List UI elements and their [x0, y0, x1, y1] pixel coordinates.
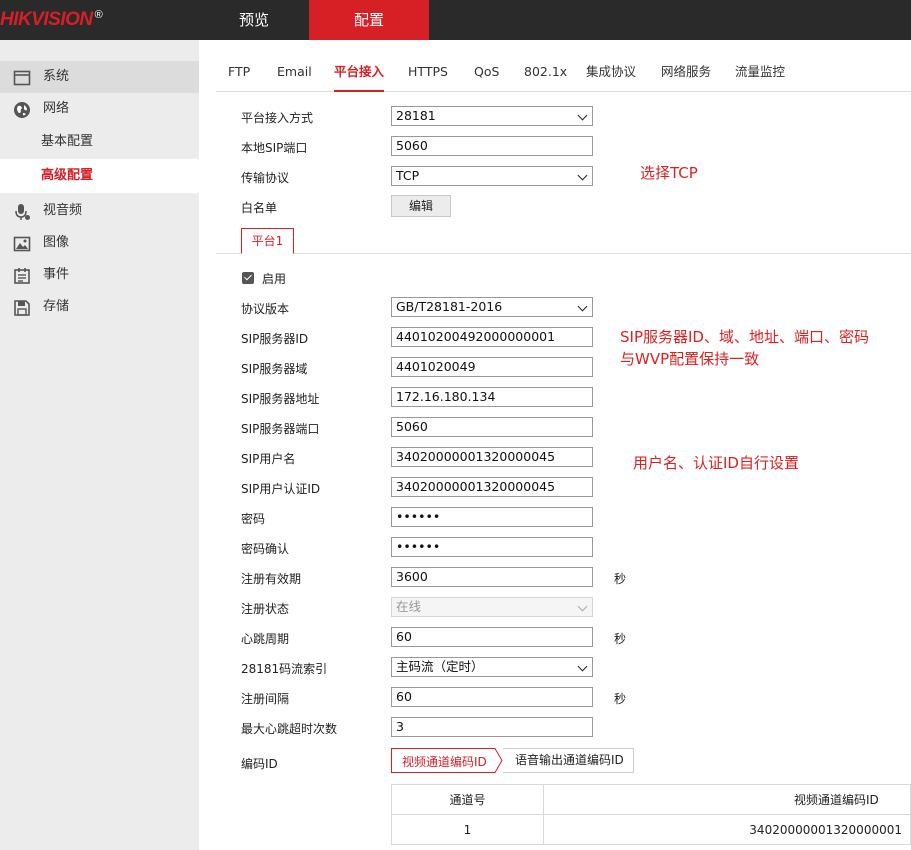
tab-integration-protocol[interactable]: 集成协议	[586, 54, 636, 92]
access-mode-label: 平台接入方式	[241, 111, 314, 125]
password-confirm-label: 密码确认	[241, 542, 290, 556]
transport-select[interactable]: TCP	[391, 166, 593, 186]
sip-server-domain-input[interactable]: 4401020049	[391, 357, 593, 377]
tab-8021x[interactable]: 802.1x	[524, 54, 567, 92]
sip-username-input[interactable]: 34020000001320000045	[391, 447, 593, 467]
sip-server-address-input[interactable]: 172.16.180.134	[391, 387, 593, 407]
transport-label: 传输协议	[241, 171, 290, 185]
sip-server-port-input[interactable]: 5060	[391, 417, 593, 437]
tab-video-channel-id-label: 视频通道编码ID	[402, 755, 487, 769]
sidebar-item-image[interactable]: 图像	[0, 227, 199, 259]
tab-video-channel-id[interactable]: 视频通道编码ID	[391, 748, 503, 773]
sip-server-id-label: SIP服务器ID	[241, 332, 309, 346]
heartbeat-period-input[interactable]: 60	[391, 627, 593, 647]
cell-channel: 1	[391, 814, 544, 845]
password-confirm-input[interactable]: ••••••	[391, 537, 593, 557]
heartbeat-period-unit: 秒	[614, 632, 627, 646]
tab-preview[interactable]: 预览	[199, 0, 309, 40]
sip-server-id-input[interactable]: 44010200492000000001	[391, 327, 593, 347]
tab-qos[interactable]: QoS	[474, 54, 499, 92]
stream-index-select[interactable]: 主码流（定时）	[391, 657, 593, 677]
channel-table: 通道号 视频通道编码ID 1 34020000001320000001	[391, 784, 911, 845]
register-validity-unit: 秒	[614, 572, 627, 586]
annotation-sip-line1: SIP服务器ID、域、地址、端口、密码	[620, 328, 869, 346]
register-validity-label: 注册有效期	[241, 572, 302, 586]
hikvision-logo: HIKVISION ®	[0, 9, 103, 30]
sip-auth-id-label: SIP用户认证ID	[241, 482, 321, 496]
sip-server-address-label: SIP服务器地址	[241, 392, 320, 406]
sip-username-label: SIP用户名	[241, 452, 296, 466]
register-status-select: 在线	[391, 597, 593, 617]
tab-platform-access[interactable]: 平台接入	[334, 54, 385, 92]
annotation-user: 用户名、认证ID自行设置	[633, 454, 799, 472]
password-input[interactable]: ••••••	[391, 507, 593, 527]
sidebar-item-system[interactable]: 系统	[0, 61, 199, 93]
register-interval-unit: 秒	[614, 692, 627, 706]
enable-label: 启用	[262, 272, 287, 286]
protocol-version-select[interactable]: GB/T28181-2016	[391, 297, 593, 317]
sidebar-item-label: 系统	[43, 69, 70, 84]
column-header-channel: 通道号	[391, 784, 544, 815]
protocol-version-label: 协议版本	[241, 302, 290, 316]
sidebar-item-label: 网络	[43, 101, 70, 116]
whitelist-edit-button[interactable]: 编辑	[391, 195, 451, 217]
tab-audio-output-channel-id[interactable]: 语音输出通道编码ID	[503, 748, 634, 773]
floppy-disk-icon	[13, 298, 31, 316]
heartbeat-period-label: 心跳周期	[241, 632, 290, 646]
register-status-label: 注册状态	[241, 602, 290, 616]
max-heartbeat-timeout-input[interactable]: 3	[391, 717, 593, 737]
encoding-id-label: 编码ID	[241, 757, 278, 771]
sidebar: 系统 网络 基本配置 高级配置 视音频 图像 事件 存储	[0, 40, 199, 850]
register-interval-label: 注册间隔	[241, 692, 290, 706]
sidebar-item-storage[interactable]: 存储	[0, 291, 199, 323]
access-mode-select[interactable]: 28181	[391, 106, 593, 126]
sip-server-port-label: SIP服务器端口	[241, 422, 320, 436]
tab-traffic-monitoring[interactable]: 流量监控	[735, 54, 785, 92]
column-header-video-channel-id: 视频通道编码ID	[543, 784, 911, 815]
top-bar: HIKVISION ® 预览 配置	[0, 0, 911, 40]
image-icon	[13, 234, 31, 252]
register-validity-input[interactable]: 3600	[391, 567, 593, 587]
stream-index-label: 28181码流索引	[241, 662, 328, 676]
tab-configuration[interactable]: 配置	[309, 0, 429, 40]
sip-auth-id-input[interactable]: 34020000001320000045	[391, 477, 593, 497]
sidebar-item-label: 图像	[43, 235, 70, 250]
local-sip-port-label: 本地SIP端口	[241, 141, 308, 155]
advanced-config-tabs: FTP Email 平台接入 HTTPS QoS 802.1x 集成协议 网络服…	[216, 54, 911, 92]
tab-https[interactable]: HTTPS	[408, 54, 448, 92]
sidebar-item-network[interactable]: 网络	[0, 93, 199, 125]
globe-icon	[13, 100, 31, 118]
sidebar-item-label: 视音频	[43, 203, 83, 218]
microphone-icon	[13, 202, 31, 220]
sidebar-item-label: 存储	[43, 299, 70, 314]
platform-tab-divider	[216, 253, 911, 254]
sidebar-item-basic-config[interactable]: 基本配置	[0, 125, 199, 159]
table-row[interactable]: 1 34020000001320000001	[391, 814, 911, 845]
tab-network-service[interactable]: 网络服务	[661, 54, 711, 92]
register-interval-input[interactable]: 60	[391, 687, 593, 707]
table-header-row: 通道号 视频通道编码ID	[391, 784, 911, 815]
tab-ftp[interactable]: FTP	[228, 54, 250, 92]
enable-checkbox[interactable]	[242, 272, 254, 284]
window-icon	[13, 68, 31, 86]
sidebar-item-label: 事件	[43, 267, 70, 282]
annotation-tcp: 选择TCP	[640, 164, 698, 182]
sip-server-domain-label: SIP服务器域	[241, 362, 308, 376]
password-label: 密码	[241, 512, 266, 526]
max-heartbeat-timeout-label: 最大心跳超时次数	[241, 722, 338, 736]
tab-email[interactable]: Email	[277, 54, 312, 92]
whitelist-label: 白名单	[241, 201, 278, 215]
cell-video-channel-id: 34020000001320000001	[543, 814, 911, 845]
tab-platform-1[interactable]: 平台1	[241, 228, 294, 254]
sidebar-item-advanced-config[interactable]: 高级配置	[0, 159, 199, 193]
annotation-sip-line2: 与WVP配置保持一致	[620, 350, 760, 368]
sidebar-item-audio-video[interactable]: 视音频	[0, 195, 199, 227]
calendar-icon	[13, 266, 31, 284]
sidebar-item-event[interactable]: 事件	[0, 259, 199, 291]
local-sip-port-input[interactable]: 5060	[391, 136, 593, 156]
